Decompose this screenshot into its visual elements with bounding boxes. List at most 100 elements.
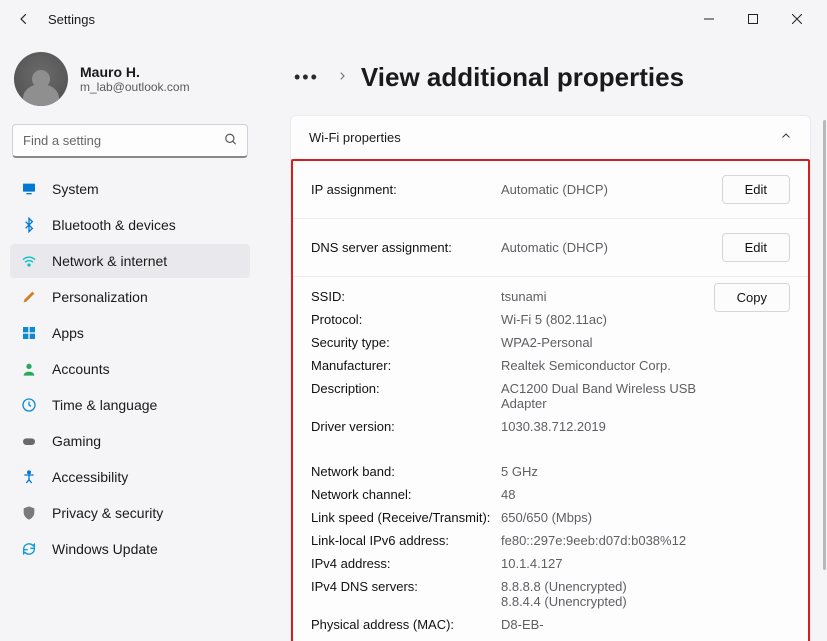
info-label: Protocol: — [311, 312, 501, 327]
sidebar-item-accessibility[interactable]: Accessibility — [10, 460, 250, 494]
info-label: Manufacturer: — [311, 358, 501, 373]
ip-assignment-row: IP assignment: Automatic (DHCP) Edit — [293, 161, 808, 219]
info-line: Link-local IPv6 address:fe80::297e:9eeb:… — [311, 529, 790, 552]
person-icon — [20, 360, 38, 378]
info-label: Security type: — [311, 335, 501, 350]
info-line: Network channel:48 — [311, 483, 790, 506]
info-line: Network band:5 GHz — [311, 460, 790, 483]
dns-assignment-row: DNS server assignment: Automatic (DHCP) … — [293, 219, 808, 277]
info-label: Physical address (MAC): — [311, 617, 501, 632]
info-line: Physical address (MAC):D8-EB- — [311, 613, 790, 636]
info-value: 48 — [501, 487, 721, 502]
info-line: IPv4 DNS servers:8.8.8.8 (Unencrypted) 8… — [311, 575, 790, 613]
sidebar-item-label: Gaming — [52, 433, 101, 449]
scrollbar[interactable] — [823, 120, 826, 570]
info-line: Driver version:1030.38.712.2019 — [311, 415, 790, 438]
info-value: Wi-Fi 5 (802.11ac) — [501, 312, 721, 327]
info-value: fe80::297e:9eeb:d07d:b038%12 — [501, 533, 721, 548]
sidebar-item-update[interactable]: Windows Update — [10, 532, 250, 566]
card-header-title: Wi-Fi properties — [309, 130, 401, 145]
ip-assignment-label: IP assignment: — [311, 182, 501, 197]
info-label: Network channel: — [311, 487, 501, 502]
info-value: AC1200 Dual Band Wireless USB Adapter — [501, 381, 721, 411]
sidebar-item-label: Personalization — [52, 289, 148, 305]
apps-icon — [20, 324, 38, 342]
brush-icon — [20, 288, 38, 306]
title-bar: Settings — [0, 0, 827, 38]
user-block[interactable]: Mauro H. m_lab@outlook.com — [10, 44, 250, 124]
window-controls — [687, 4, 819, 34]
user-email: m_lab@outlook.com — [80, 80, 190, 94]
sidebar-item-gaming[interactable]: Gaming — [10, 424, 250, 458]
shield-icon — [20, 504, 38, 522]
sidebar-item-label: Privacy & security — [52, 505, 163, 521]
minimize-button[interactable] — [687, 4, 731, 34]
dns-assignment-value: Automatic (DHCP) — [501, 240, 722, 255]
card-header[interactable]: Wi-Fi properties — [291, 116, 810, 159]
search-wrap — [12, 124, 248, 158]
info-value: 650/650 (Mbps) — [501, 510, 721, 525]
wifi-properties-card: Wi-Fi properties IP assignment: Automati… — [290, 115, 811, 641]
info-value: WPA2-Personal — [501, 335, 721, 350]
info-label: Description: — [311, 381, 501, 411]
sidebar-item-label: Accessibility — [52, 469, 128, 485]
sidebar-item-label: Apps — [52, 325, 84, 341]
ip-assignment-value: Automatic (DHCP) — [501, 182, 722, 197]
clock-icon — [20, 396, 38, 414]
breadcrumb-overflow-button[interactable]: ••• — [290, 63, 323, 92]
info-label: SSID: — [311, 289, 501, 304]
edit-dns-button[interactable]: Edit — [722, 233, 790, 262]
sidebar-item-label: Time & language — [52, 397, 157, 413]
wifi-icon — [20, 252, 38, 270]
copy-button[interactable]: Copy — [714, 283, 790, 312]
dns-assignment-label: DNS server assignment: — [311, 240, 501, 255]
sidebar-item-personalization[interactable]: Personalization — [10, 280, 250, 314]
sidebar-item-system[interactable]: System — [10, 172, 250, 206]
sidebar-item-label: Accounts — [52, 361, 110, 377]
chevron-up-icon — [780, 130, 792, 145]
info-line: Security type:WPA2-Personal — [311, 331, 790, 354]
info-value: D8-EB- — [501, 617, 721, 632]
sidebar-item-privacy[interactable]: Privacy & security — [10, 496, 250, 530]
sidebar-item-label: Bluetooth & devices — [52, 217, 176, 233]
sidebar: Mauro H. m_lab@outlook.com System Blueto… — [0, 38, 260, 641]
info-line: Link speed (Receive/Transmit):650/650 (M… — [311, 506, 790, 529]
info-line: Manufacturer:Realtek Semiconductor Corp. — [311, 354, 790, 377]
sidebar-item-bluetooth[interactable]: Bluetooth & devices — [10, 208, 250, 242]
network-info-block-1: Copy SSID:tsunamiProtocol:Wi-Fi 5 (802.1… — [293, 277, 808, 452]
main-content: ••• View additional properties Wi-Fi pro… — [260, 38, 827, 641]
info-value: 10.1.4.127 — [501, 556, 721, 571]
info-label: Driver version: — [311, 419, 501, 434]
gamepad-icon — [20, 432, 38, 450]
update-icon — [20, 540, 38, 558]
breadcrumb: ••• View additional properties — [290, 62, 811, 93]
info-value: 5 GHz — [501, 464, 721, 479]
maximize-button[interactable] — [731, 4, 775, 34]
user-name: Mauro H. — [80, 64, 190, 80]
sidebar-item-network[interactable]: Network & internet — [10, 244, 250, 278]
accessibility-icon — [20, 468, 38, 486]
info-value: Realtek Semiconductor Corp. — [501, 358, 721, 373]
sidebar-item-label: Windows Update — [52, 541, 158, 557]
sidebar-item-label: System — [52, 181, 99, 197]
info-label: Link-local IPv6 address: — [311, 533, 501, 548]
close-button[interactable] — [775, 4, 819, 34]
info-line: Description:AC1200 Dual Band Wireless US… — [311, 377, 790, 415]
info-value: 1030.38.712.2019 — [501, 419, 721, 434]
info-value: 8.8.8.8 (Unencrypted) 8.8.4.4 (Unencrypt… — [501, 579, 721, 609]
card-body-highlighted: IP assignment: Automatic (DHCP) Edit DNS… — [291, 159, 810, 641]
sidebar-item-apps[interactable]: Apps — [10, 316, 250, 350]
sidebar-item-time[interactable]: Time & language — [10, 388, 250, 422]
info-label: IPv4 address: — [311, 556, 501, 571]
search-input[interactable] — [12, 124, 248, 158]
sidebar-item-accounts[interactable]: Accounts — [10, 352, 250, 386]
sidebar-nav: System Bluetooth & devices Network & int… — [10, 172, 250, 566]
network-info-block-2: Network band:5 GHzNetwork channel:48Link… — [293, 452, 808, 641]
info-line: IPv4 address:10.1.4.127 — [311, 552, 790, 575]
sidebar-item-label: Network & internet — [52, 253, 167, 269]
system-icon — [20, 180, 38, 198]
back-button[interactable] — [8, 12, 40, 26]
edit-ip-button[interactable]: Edit — [722, 175, 790, 204]
info-value: tsunami — [501, 289, 721, 304]
info-label: Network band: — [311, 464, 501, 479]
